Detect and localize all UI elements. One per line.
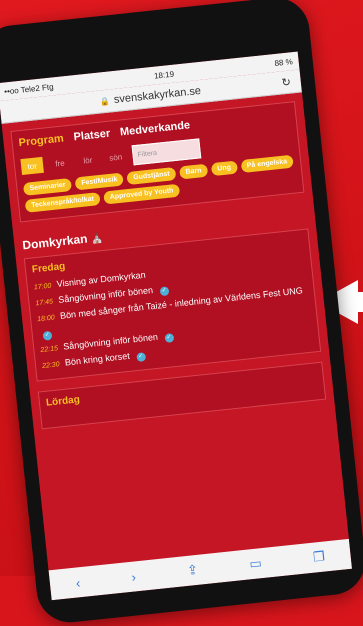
event-time: 22:30 (41, 361, 60, 370)
lock-icon: 🔒 (99, 95, 111, 106)
day-button[interactable]: lör (76, 151, 100, 169)
phone-screen: ••oo Tele2 Ftg 18:19 88 % 🔒 svenskakyrka… (0, 51, 353, 601)
day-button[interactable]: fre (48, 154, 72, 172)
event-time: 17:45 (35, 298, 54, 308)
battery-label: 88 % (274, 56, 294, 68)
clock-label: 18:19 (153, 69, 175, 81)
schedule-panel: Fredag 17:00 Visning av Domkyrkan 17:45 … (23, 228, 322, 382)
tag-chip[interactable]: På engelska (240, 154, 294, 174)
check-icon: ✓ (42, 330, 53, 341)
event-time: 17:00 (33, 282, 52, 292)
tag-chip[interactable]: Fest/Musik (74, 172, 125, 191)
nav-medverkande[interactable]: Medverkande (119, 119, 190, 138)
nav-platser[interactable]: Platser (73, 128, 111, 144)
filter-input[interactable]: Filtera (131, 138, 202, 166)
filter-panel: Program Platser Medverkande tor fre lör … (10, 101, 305, 223)
tag-chip[interactable]: Teckenspråk/tolkat (24, 192, 101, 213)
tag-chip[interactable]: Gudstjänst (126, 167, 177, 186)
url-text: svenskakyrkan.se (113, 84, 202, 106)
browser-toolbar: ‹ › ⇪ ▭ ❐ (48, 538, 353, 601)
tag-chip[interactable]: Approved by Youth (103, 183, 181, 205)
bookmarks-icon[interactable]: ▭ (249, 555, 263, 572)
arrow-shaft (356, 292, 363, 312)
event-time: 22:15 (40, 345, 59, 355)
forward-icon[interactable]: › (131, 569, 137, 584)
tag-chip[interactable]: Barn (178, 163, 209, 180)
check-icon: ✓ (164, 333, 174, 344)
check-icon: ✓ (159, 286, 170, 297)
tabs-icon[interactable]: ❐ (312, 549, 325, 566)
tag-chip[interactable]: Ung (210, 160, 238, 177)
share-icon[interactable]: ⇪ (186, 562, 199, 579)
day-button[interactable]: sön (104, 148, 128, 166)
reload-icon[interactable]: ↻ (281, 75, 291, 89)
event-time: 18:00 (36, 314, 56, 324)
carrier-label: ••oo Tele2 Ftg (3, 81, 54, 96)
phone: ••oo Tele2 Ftg 18:19 88 % 🔒 svenskakyrka… (0, 0, 363, 626)
church-icon: ⛪ (90, 232, 104, 246)
tag-chip[interactable]: Seminarier (22, 177, 73, 196)
check-icon: ✓ (135, 352, 146, 363)
nav-program[interactable]: Program (18, 133, 64, 150)
day-button[interactable]: tor (20, 156, 44, 176)
church-title: Domkyrkan (21, 231, 89, 253)
back-icon[interactable]: ‹ (75, 575, 81, 590)
